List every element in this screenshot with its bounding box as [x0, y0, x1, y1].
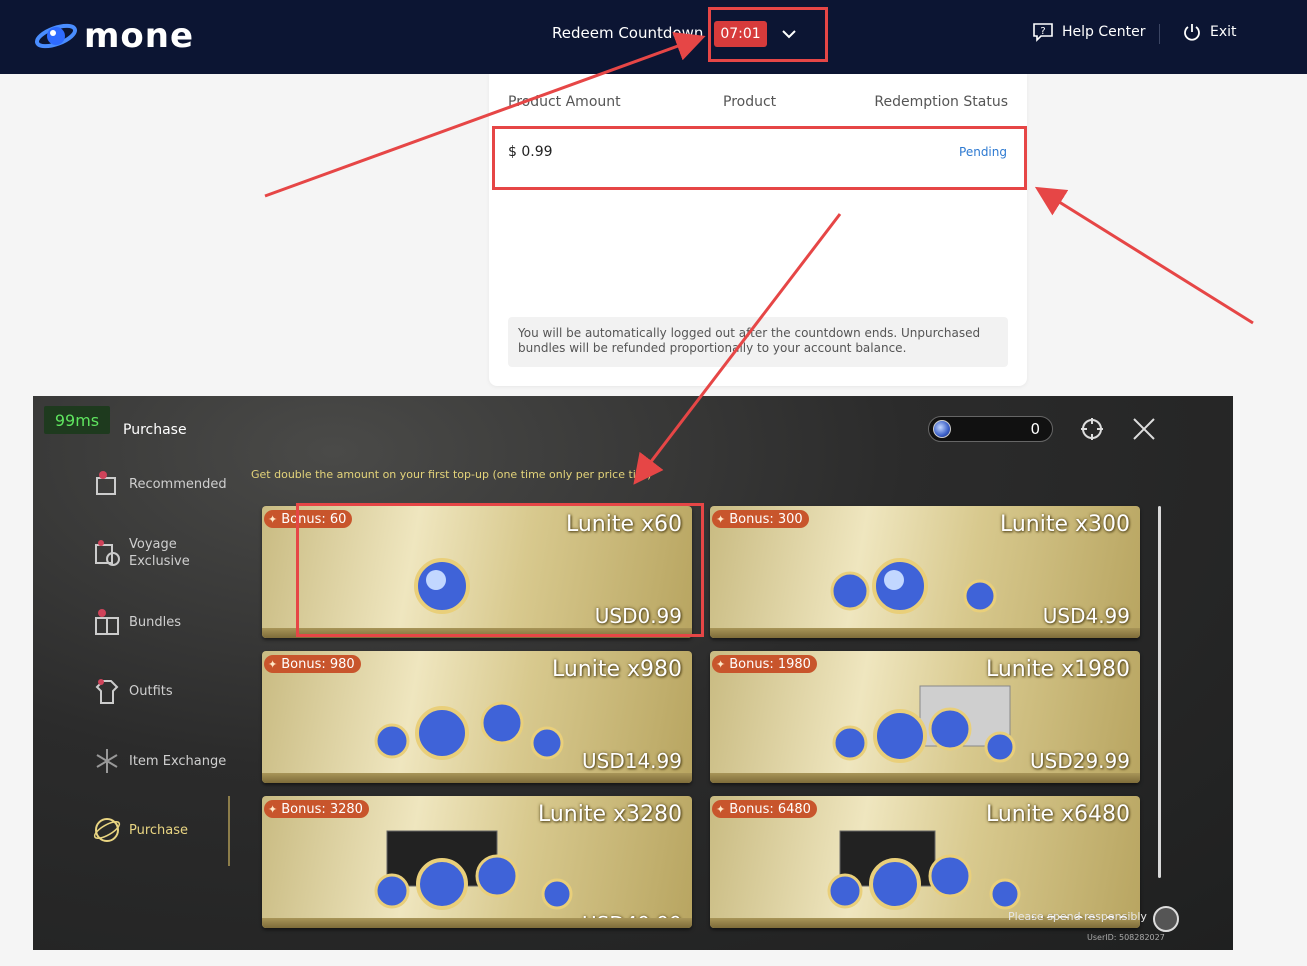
- settings-icon[interactable]: [1079, 416, 1105, 442]
- nav-label: Bundles: [129, 614, 182, 630]
- lunite-name: Lunite x300: [999, 512, 1130, 537]
- currency-amount: 0: [1030, 420, 1040, 438]
- countdown-timer: 07:01: [714, 21, 767, 47]
- first-topup-promo: Get double the amount on your first top-…: [251, 468, 652, 481]
- column-header-amount: Product Amount: [508, 94, 621, 110]
- nav-label: Voyage Exclusive: [129, 537, 190, 569]
- voyage-icon: [95, 540, 120, 566]
- lunite-price: USD4.99: [1042, 604, 1130, 628]
- lunite-orb-icon: [374, 701, 564, 760]
- outfit-icon: [95, 679, 119, 704]
- lunite-orb-icon: [832, 685, 1016, 763]
- nav-label: Outfits: [129, 683, 173, 699]
- lunite-name: Lunite x3280: [537, 802, 682, 827]
- bonus-label: Bonus: 3280: [281, 801, 363, 817]
- nav-label: Item Exchange: [129, 753, 227, 769]
- arrow-to-order-row: [1034, 186, 1254, 325]
- bonus-badge: ✦ Bonus: 980: [264, 655, 361, 673]
- nav-item-outfits[interactable]: Outfits: [91, 675, 173, 707]
- lunite-card[interactable]: ✦ Bonus: 6480 Lunite x6480 USD99.99: [710, 796, 1140, 928]
- lunite-price: USD14.99: [582, 749, 682, 773]
- help-center-button[interactable]: ? Help Center: [1032, 22, 1146, 42]
- bonus-label: Bonus: 300: [729, 511, 803, 527]
- gift-icon: [95, 609, 119, 635]
- exit-label: Exit: [1210, 24, 1237, 40]
- logo-icon: [35, 23, 77, 49]
- table-row-highlight: [492, 126, 1027, 190]
- logo[interactable]: mone: [34, 14, 194, 58]
- row-status: Pending: [959, 145, 1007, 159]
- lunite-price: USD49.99: [582, 912, 682, 928]
- logo-text: mone: [84, 16, 195, 56]
- nav-item-bundles[interactable]: Bundles: [91, 606, 181, 638]
- lunite-card[interactable]: ✦ Bonus: 1980 Lunite x1980 USD29.99: [710, 651, 1140, 783]
- column-header-status: Redemption Status: [874, 94, 1008, 110]
- bonus-badge: ✦ Bonus: 300: [712, 510, 809, 528]
- lunite-card[interactable]: ✦ Bonus: 3280 Lunite x3280 USD49.99: [262, 796, 692, 928]
- bonus-badge: ✦ Bonus: 3280: [264, 800, 369, 818]
- header-divider: [1159, 24, 1160, 44]
- row-amount: $ 0.99: [508, 144, 553, 160]
- countdown-label: Redeem Countdown: [552, 24, 704, 42]
- lunite-name: Lunite x6480: [985, 802, 1130, 827]
- bonus-label: Bonus: 980: [281, 656, 355, 672]
- exit-button[interactable]: Exit: [1182, 22, 1237, 42]
- currency-balance: 0: [928, 416, 1053, 442]
- bonus-badge: ✦ Bonus: 6480: [712, 800, 817, 818]
- game-title-label: Purchase: [123, 422, 187, 438]
- currency-coin-icon: [933, 420, 951, 438]
- lunite-name: Lunite x1980: [985, 657, 1130, 682]
- lunite-orb-icon: [374, 830, 573, 910]
- nav-item-purchase[interactable]: Purchase: [91, 814, 188, 846]
- logout-notice: You will be automatically logged out aft…: [508, 317, 1008, 367]
- nav-active-indicator: [228, 796, 230, 866]
- recommended-icon: [96, 471, 116, 495]
- nav-item-item-exchange[interactable]: Item Exchange: [91, 745, 226, 777]
- card-highlight-box: [296, 503, 704, 637]
- support-icon[interactable]: [1153, 906, 1179, 932]
- nav-item-voyage-exclusive[interactable]: Voyage Exclusive: [91, 536, 199, 570]
- lunite-card[interactable]: ✦ Bonus: 980 Lunite x980 USD14.99: [262, 651, 692, 783]
- close-icon[interactable]: [1131, 416, 1157, 442]
- nav-item-recommended[interactable]: Recommended: [91, 468, 227, 500]
- help-icon: ?: [1033, 23, 1053, 42]
- lunite-orb-icon: [830, 558, 997, 614]
- svg-text:?: ?: [1040, 26, 1045, 37]
- top-bar: mone Redeem Countdown 07:01 ? Help Cente…: [0, 0, 1307, 74]
- nav-label: Purchase: [129, 822, 189, 838]
- lunite-price: USD29.99: [1030, 749, 1130, 773]
- lunite-name: Lunite x980: [551, 657, 682, 682]
- user-id: UserID: 508282027: [1087, 933, 1165, 942]
- lunite-orb-icon: [827, 830, 1021, 910]
- bonus-label: Bonus: 6480: [729, 801, 811, 817]
- help-center-label: Help Center: [1062, 24, 1146, 40]
- bonus-label: Bonus: 1980: [729, 656, 811, 672]
- purchase-icon: [93, 818, 121, 842]
- bonus-badge: ✦ Bonus: 1980: [712, 655, 817, 673]
- exchange-icon: [96, 749, 118, 773]
- card-list-scrollbar[interactable]: [1158, 506, 1161, 878]
- game-page-title: Purchase: [95, 422, 187, 438]
- spend-responsibly-note: Please spend responsibly: [1008, 910, 1147, 923]
- game-purchase-screen: 99ms Purchase Recommended Voyage Exclusi…: [33, 396, 1233, 950]
- chevron-down-icon[interactable]: [780, 25, 798, 43]
- lunite-card[interactable]: ✦ Bonus: 300 Lunite x300 USD4.99: [710, 506, 1140, 638]
- redemption-panel: Product Amount Product Redemption Status…: [489, 74, 1027, 386]
- power-icon: [1184, 24, 1200, 41]
- column-header-product: Product: [723, 94, 777, 110]
- nav-label: Recommended: [129, 476, 227, 492]
